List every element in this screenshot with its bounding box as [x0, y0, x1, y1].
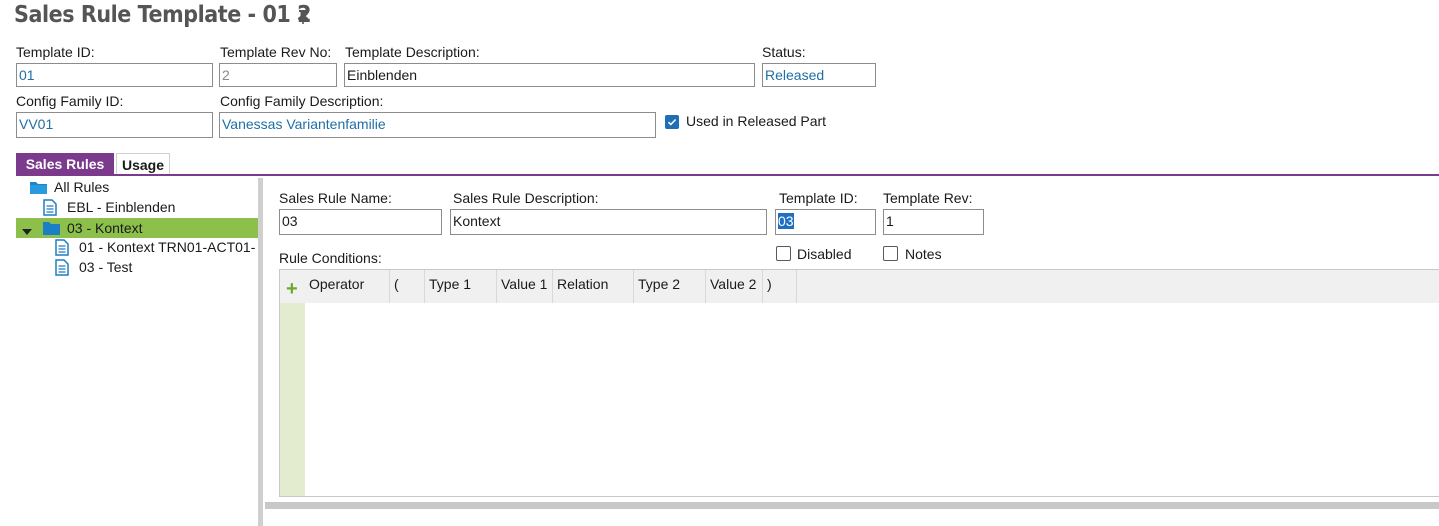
tree-item-label: 03 - Test: [79, 259, 133, 275]
tab-underline: [16, 174, 1439, 176]
tree-item-01-kontext[interactable]: 01 - Kontext TRN01-ACT01-: [55, 237, 255, 257]
config-family-id-label: Config Family ID:: [16, 93, 124, 109]
rule-conditions-label: Rule Conditions:: [279, 250, 382, 266]
template-rev-no-label: Template Rev No:: [220, 44, 332, 60]
notes-checkbox[interactable]: [883, 246, 898, 261]
horizontal-scrollbar[interactable]: [265, 502, 1439, 509]
pane-splitter[interactable]: [258, 178, 263, 526]
notes-label: Notes: [905, 246, 942, 262]
document-icon: [55, 238, 69, 256]
template-rev-label: Template Rev:: [883, 190, 973, 206]
grid-column-header[interactable]: Value 1: [497, 270, 553, 303]
used-in-released-part-label: Used in Released Part: [686, 113, 827, 129]
pin-icon[interactable]: [296, 9, 310, 28]
folder-icon: [42, 220, 61, 236]
folder-open-icon: [29, 179, 48, 195]
disabled-label: Disabled: [797, 246, 852, 262]
config-family-description-field[interactable]: Vanessas Variantenfamilie: [219, 112, 656, 138]
sales-rule-name-label: Sales Rule Name:: [279, 190, 392, 206]
tree-item-ebl[interactable]: EBL - Einblenden: [43, 197, 175, 217]
sales-rule-name-field[interactable]: 03: [279, 209, 442, 235]
grid-column-header[interactable]: Type 1: [425, 270, 497, 303]
tree-item-03-kontext[interactable]: 03 - Kontext: [22, 218, 143, 238]
template-rev-no-field[interactable]: 2: [219, 63, 337, 87]
grid-column-header[interactable]: ): [763, 270, 797, 303]
template-rev-field[interactable]: 1: [883, 209, 984, 235]
tree-item-all-rules[interactable]: All Rules: [29, 177, 109, 197]
tree-item-label: 01 - Kontext TRN01-ACT01-: [79, 239, 256, 255]
grid-row-header: [280, 303, 305, 496]
tab-usage[interactable]: Usage: [116, 153, 170, 175]
disabled-checkbox[interactable]: [776, 246, 791, 261]
grid-column-header[interactable]: Type 2: [634, 270, 706, 303]
used-in-released-part-checkbox[interactable]: [665, 115, 679, 129]
grid-column-header[interactable]: (: [390, 270, 425, 303]
grid-column-header[interactable]: Relation: [553, 270, 634, 303]
template-description-field[interactable]: Einblenden: [344, 63, 755, 87]
template-id-label: Template ID:: [16, 44, 95, 60]
detail-template-id-field[interactable]: 03: [775, 209, 876, 235]
tree-item-label: 03 - Kontext: [67, 220, 143, 236]
template-id-field[interactable]: 01: [16, 63, 213, 87]
tree-item-03-test[interactable]: 03 - Test: [55, 257, 132, 277]
tree-item-label: EBL - Einblenden: [67, 199, 176, 215]
config-family-description-label: Config Family Description:: [220, 93, 384, 109]
status-field[interactable]: Released: [762, 63, 876, 87]
sales-rule-description-label: Sales Rule Description:: [453, 190, 599, 206]
document-icon: [43, 198, 57, 216]
rule-conditions-grid[interactable]: [279, 269, 1439, 497]
template-description-label: Template Description:: [345, 44, 480, 60]
detail-template-id-label: Template ID:: [779, 190, 858, 206]
add-row-icon[interactable]: +: [286, 279, 298, 299]
grid-column-header[interactable]: Value 2: [706, 270, 763, 303]
grid-column-header[interactable]: Operator: [305, 270, 390, 303]
selected-text: 03: [778, 213, 794, 229]
document-icon: [55, 258, 69, 276]
page-title: Sales Rule Template - 01 2: [14, 2, 312, 28]
tab-sales-rules[interactable]: Sales Rules: [16, 153, 114, 175]
status-label: Status:: [762, 44, 806, 60]
config-family-id-field[interactable]: VV01: [16, 112, 213, 138]
sales-rule-description-field[interactable]: Kontext: [450, 209, 767, 235]
tree-item-label: All Rules: [54, 179, 110, 195]
chevron-down-icon[interactable]: [22, 223, 34, 235]
